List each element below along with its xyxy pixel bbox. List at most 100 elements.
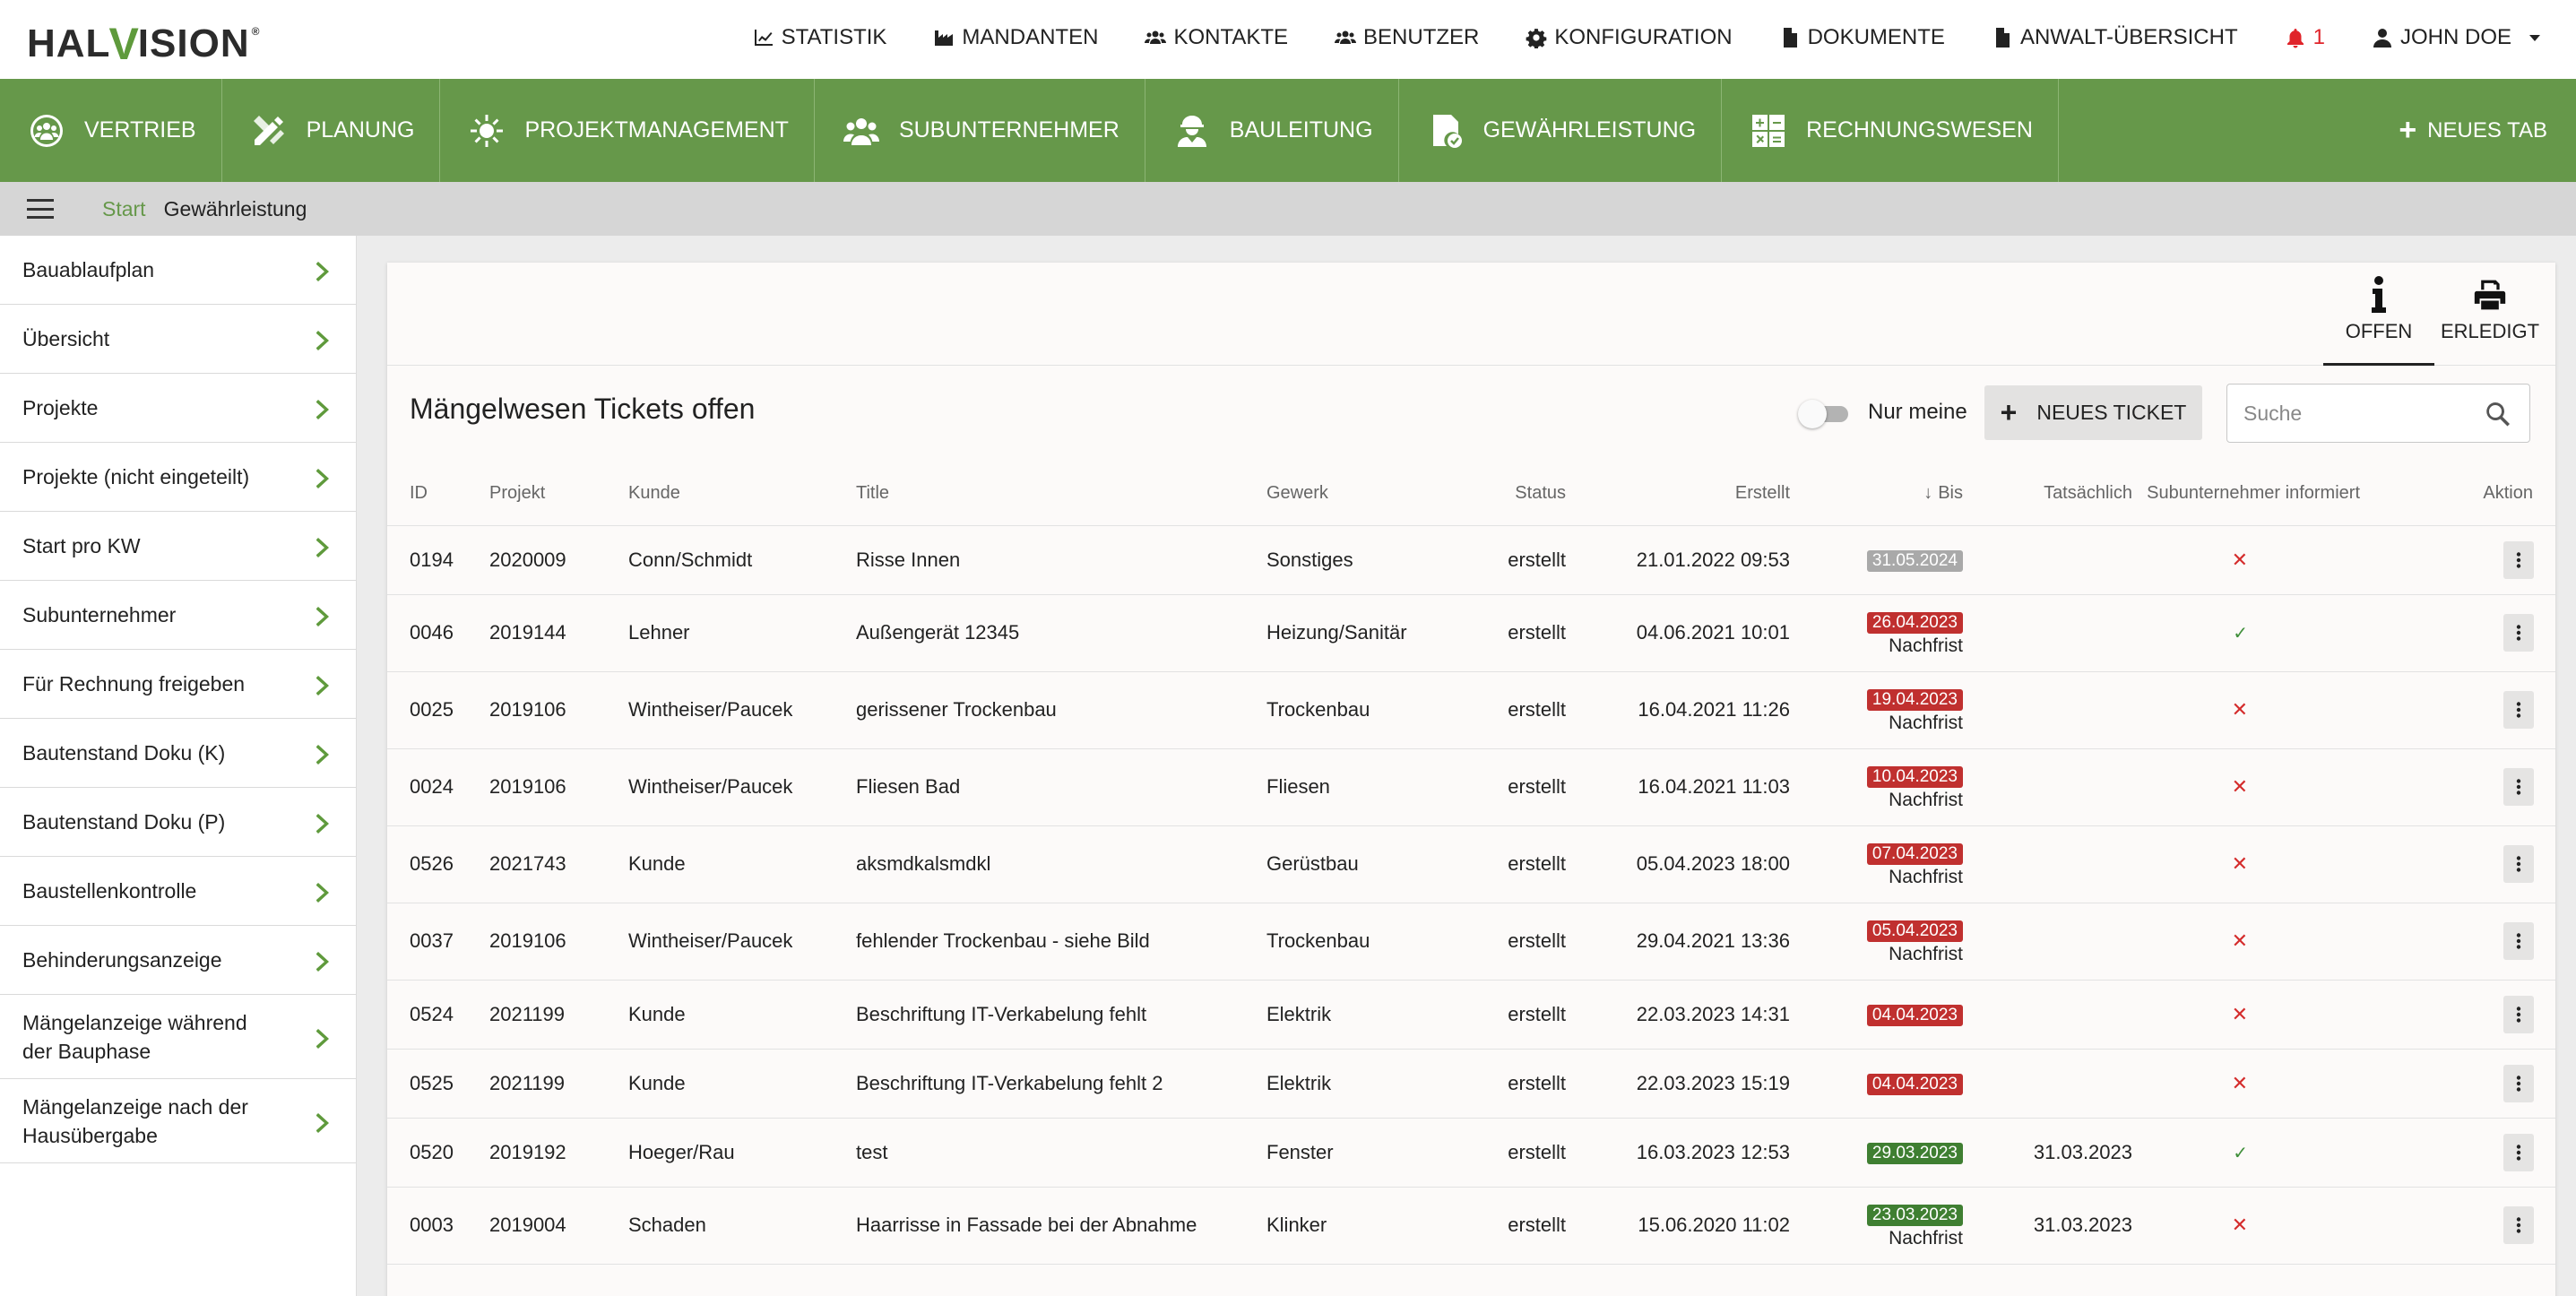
col-bis[interactable]: ↓ Bis — [1790, 462, 1963, 526]
topnav-kontakte[interactable]: KONTAKTE — [1145, 25, 1288, 50]
row-actions-button[interactable] — [2503, 540, 2534, 579]
cell-erstellt: 15.06.2020 11:02 — [1566, 1187, 1790, 1265]
cell-title: gerissener Trockenbau — [856, 671, 1266, 749]
sidebar-item[interactable]: Subunternehmer — [0, 581, 356, 650]
row-actions-button[interactable] — [2503, 1133, 2534, 1171]
sidebar-item[interactable]: Übersicht — [0, 305, 356, 374]
hamburger-menu-icon[interactable] — [27, 199, 54, 219]
cell-bis: 19.04.2023 Nachfrist — [1790, 671, 1963, 749]
search-input[interactable] — [2243, 384, 2477, 442]
sidebar-item[interactable]: Bauablaufplan — [0, 236, 356, 305]
sidebar-item[interactable]: Mängelanzeige während der Bauphase — [0, 995, 356, 1079]
table-row[interactable]: 0024 2019106 Wintheiser/Paucek Fliesen Bad F… — [387, 748, 2555, 826]
check-icon: ✓ — [2233, 1143, 2248, 1163]
col-bis-label: Bis — [1938, 483, 1963, 504]
col-tatsaechlich[interactable]: Tatsächlich — [1963, 462, 2132, 526]
table-row[interactable]: 0524 2021199 Kunde Beschriftung IT-Verkabel… — [387, 980, 2555, 1050]
topnav-mandanten[interactable]: MANDANTEN — [933, 25, 1098, 50]
tab-offen[interactable]: OFFEN — [2323, 275, 2434, 366]
sidebar-item[interactable]: Baustellenkontrolle — [0, 857, 356, 926]
tab-label: OFFEN — [2345, 320, 2413, 342]
topnav-benutzer[interactable]: BENUTZER — [1335, 25, 1479, 50]
nur-meine-toggle[interactable] — [1798, 398, 1848, 428]
table-row[interactable]: 0046 2019144 Lehner Außengerät 12345 Heizung… — [387, 594, 2555, 672]
col-subunternehmer-informiert[interactable]: Subunternehmer informiert — [2132, 462, 2360, 526]
cell-subunternehmer-informiert: ✓ — [2132, 594, 2360, 672]
tab-erledigt[interactable]: ERLEDIGT — [2434, 275, 2546, 366]
table-row[interactable]: 0194 2020009 Conn/Schmidt Risse Innen Sonsti… — [387, 525, 2555, 595]
table-row[interactable]: 0003 2019004 Schaden Haarrisse in Fassade b… — [387, 1187, 2555, 1265]
module-vertrieb[interactable]: VERTRIEB — [0, 79, 222, 182]
col-kunde[interactable]: Kunde — [628, 462, 856, 526]
cell-kunde: Hoeger/Rau — [628, 1118, 856, 1188]
new-ticket-button[interactable]: + NEUES TICKET — [1984, 385, 2202, 440]
table-row[interactable]: 0520 2019192 Hoeger/Rau test Fenster erstellt… — [387, 1118, 2555, 1188]
module-bauleitung[interactable]: BAULEITUNG — [1145, 79, 1399, 182]
cell-subunternehmer-informiert: ✕ — [2132, 980, 2360, 1050]
col-projekt[interactable]: Projekt — [489, 462, 628, 526]
module-rechnungswesen[interactable]: RECHNUNGSWESEN — [1722, 79, 2059, 182]
sidebar-item[interactable]: Für Rechnung freigeben — [0, 650, 356, 719]
sidebar-item[interactable]: Start pro KW — [0, 512, 356, 581]
col-id[interactable]: ID — [387, 462, 489, 526]
sidebar-item[interactable]: Behinderungsanzeige — [0, 926, 356, 995]
row-actions-button[interactable] — [2503, 922, 2534, 960]
cell-tatsaechlich — [1963, 525, 2132, 595]
sidebar-item[interactable]: Projekte (nicht eingeteilt) — [0, 443, 356, 512]
cell-kunde: Kunde — [628, 825, 856, 903]
module-gewaehrleistung[interactable]: GEWÄHRLEISTUNG — [1399, 79, 1723, 182]
sidebar-item[interactable]: Mängelanzeige nach der Hausübergabe — [0, 1079, 356, 1163]
document-check-icon — [1432, 114, 1462, 148]
cell-title: Beschriftung IT-Verkabelung fehlt — [856, 980, 1266, 1050]
row-actions-button[interactable] — [2503, 1064, 2534, 1102]
sidebar-item[interactable]: Bautenstand Doku (K) — [0, 719, 356, 788]
module-label: PROJEKTMANAGEMENT — [524, 117, 789, 143]
user-menu[interactable]: JOHN DOE — [2372, 25, 2540, 50]
cell-subunternehmer-informiert: ✕ — [2132, 1187, 2360, 1265]
table-row[interactable]: 0525 2021199 Kunde Beschriftung IT-Verkabel… — [387, 1049, 2555, 1119]
notifications-button[interactable]: 1 — [2285, 25, 2325, 50]
col-title[interactable]: Title — [856, 462, 1266, 526]
row-actions-button[interactable] — [2503, 614, 2534, 652]
topnav-konfiguration[interactable]: KONFIGURATION — [1526, 25, 1733, 50]
due-date-badge: 04.04.2023 — [1866, 1074, 1963, 1095]
row-actions-button[interactable] — [2503, 768, 2534, 806]
col-gewerk[interactable]: Gewerk — [1266, 462, 1476, 526]
sidebar-item-label: Subunternehmer — [22, 603, 177, 626]
table-row[interactable]: 0037 2019106 Wintheiser/Paucek fehlender Tr… — [387, 903, 2555, 981]
user-icon — [2373, 29, 2391, 48]
cell-subunternehmer-informiert: ✕ — [2132, 825, 2360, 903]
cell-title: Außengerät 12345 — [856, 594, 1266, 672]
industry-icon — [935, 30, 954, 46]
user-group-icon — [843, 117, 879, 145]
module-subunternehmer[interactable]: SUBUNTERNEHMER — [815, 79, 1145, 182]
sidebar-item[interactable]: Bautenstand Doku (P) — [0, 788, 356, 857]
module-projektmanagement[interactable]: PROJEKTMANAGEMENT — [440, 79, 815, 182]
table-row[interactable]: 0526 2021743 Kunde aksmdkalsmdkl Gerüstbau er… — [387, 825, 2555, 903]
cell-projekt: 2019192 — [489, 1118, 628, 1188]
sidebar-item[interactable]: Projekte — [0, 374, 356, 443]
topnav-statistik[interactable]: STATISTIK — [753, 25, 886, 50]
calculator-icon — [1752, 114, 1785, 147]
cell-title: Beschriftung IT-Verkabelung fehlt 2 — [856, 1049, 1266, 1119]
row-actions-button[interactable] — [2503, 995, 2534, 1033]
row-actions-button[interactable] — [2503, 691, 2534, 729]
col-status[interactable]: Status — [1476, 462, 1566, 526]
col-erstellt[interactable]: Erstellt — [1566, 462, 1790, 526]
gear-icon — [1526, 29, 1547, 48]
sidebar-item-label: Projekte (nicht eingeteilt) — [22, 465, 250, 488]
cell-bis: 05.04.2023 Nachfrist — [1790, 903, 1963, 981]
breadcrumb-start-link[interactable]: Start — [102, 197, 146, 221]
logo-registered-mark: ® — [251, 25, 261, 38]
kebab-menu-icon — [2516, 1144, 2521, 1161]
search-icon[interactable] — [2485, 401, 2511, 428]
row-actions-button[interactable] — [2503, 845, 2534, 883]
row-actions-button[interactable] — [2503, 1206, 2534, 1244]
topnav-dokumente[interactable]: DOKUMENTE — [1779, 25, 1945, 50]
module-planung[interactable]: PLANUNG — [222, 79, 441, 182]
cell-gewerk: Fliesen — [1266, 748, 1476, 826]
table-row[interactable]: 0025 2019106 Wintheiser/Paucek gerissener T… — [387, 671, 2555, 749]
topnav-anwalt-uebersicht[interactable]: ANWALT-ÜBERSICHT — [1992, 25, 2238, 50]
new-tab-button[interactable]: + NEUES TAB — [2399, 79, 2547, 182]
halvision-logo[interactable]: HAL V ISION ® — [27, 19, 261, 69]
